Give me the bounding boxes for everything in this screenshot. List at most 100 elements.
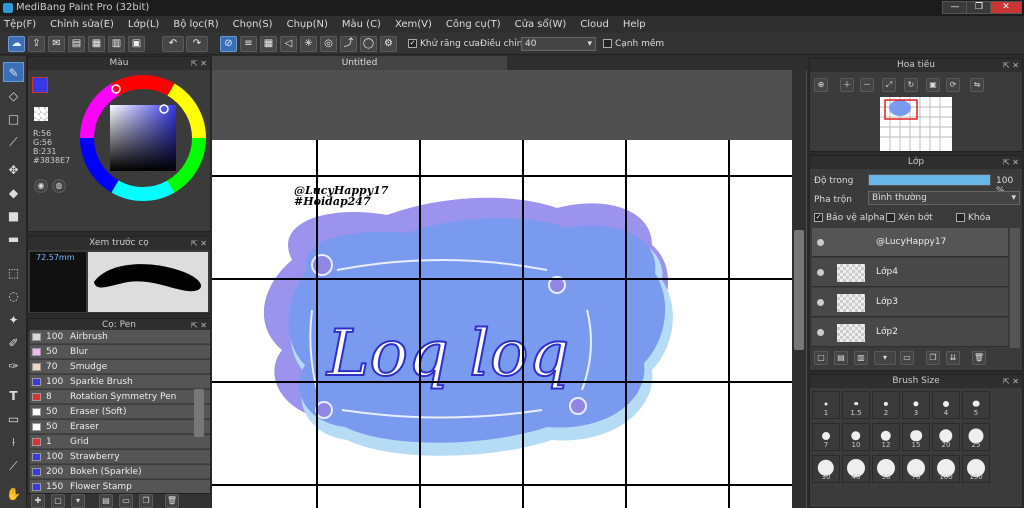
brush-item[interactable]: 50 Blur xyxy=(30,345,210,359)
chat-icon[interactable]: ✉ xyxy=(48,36,65,52)
delete-layer-icon[interactable]: 🗑 xyxy=(972,351,986,365)
smooth-select[interactable]: 40 ▾ xyxy=(521,37,596,51)
visibility-icon[interactable] xyxy=(817,299,824,306)
material-icon[interactable]: ▥ xyxy=(108,36,125,52)
expand-close-icon[interactable]: ⇱ ✕ xyxy=(191,57,207,70)
new-halftone-layer-icon[interactable]: ▤ xyxy=(834,351,848,365)
brush-size-option[interactable]: 15 xyxy=(902,423,930,451)
palette-icon[interactable]: ◉ xyxy=(34,179,48,193)
menu-help[interactable]: Help xyxy=(623,19,646,30)
brush-item[interactable]: 50 Eraser (Soft) xyxy=(30,405,210,419)
soft-edge-checkbox[interactable] xyxy=(603,39,612,48)
copy-brush-icon[interactable]: ❐ xyxy=(139,494,153,508)
antialias-toggle[interactable]: ✓ Khử răng cưa xyxy=(408,39,480,49)
document-tab[interactable]: Untitled xyxy=(212,56,507,70)
brush-size-option[interactable]: 50 xyxy=(872,455,900,483)
expand-close-icon[interactable]: ⇱ ✕ xyxy=(1003,375,1019,388)
no-snap-icon[interactable]: ⊘ xyxy=(220,36,237,52)
move-tool-icon[interactable]: ✥ xyxy=(3,160,24,180)
rectangle-tool-icon[interactable]: □ xyxy=(3,109,24,129)
brush-size-option[interactable]: 20 xyxy=(932,423,960,451)
menu-tools[interactable]: Công cụ(T) xyxy=(446,19,501,30)
eyedropper-tool-icon[interactable]: ⟊ xyxy=(3,432,24,452)
brush-size-option[interactable]: 10 xyxy=(842,423,870,451)
magic-wand-tool-icon[interactable]: ✦ xyxy=(3,310,24,330)
brush-size-option[interactable]: 4 xyxy=(932,391,960,419)
minimize-button[interactable]: — xyxy=(942,1,968,14)
lock-toggle[interactable]: Khóa xyxy=(956,213,991,223)
brush-size-option[interactable]: 12 xyxy=(872,423,900,451)
reset-rotate-icon[interactable]: ⟳ xyxy=(946,78,960,92)
menu-edit[interactable]: Chỉnh sửa(E) xyxy=(50,19,114,30)
folder-icon[interactable]: ▭ xyxy=(900,351,914,365)
dot-tool-icon[interactable]: ⟋ xyxy=(3,132,24,152)
blend-mode-select[interactable]: Bình thường ▾ xyxy=(868,191,1020,205)
soft-edge-toggle[interactable]: Cạnh mềm xyxy=(603,39,664,49)
visibility-icon[interactable] xyxy=(817,239,824,246)
close-button[interactable]: ✕ xyxy=(990,1,1022,14)
menu-file[interactable]: Tệp(F) xyxy=(4,19,36,30)
vanish-snap-icon[interactable]: ◁ xyxy=(280,36,297,52)
gradient-tool-icon[interactable]: ▬ xyxy=(3,229,24,249)
menu-select[interactable]: Chọn(S) xyxy=(233,19,273,30)
bucket-tool-icon[interactable]: ◆ xyxy=(3,183,24,203)
radial-snap-icon[interactable]: ✳ xyxy=(300,36,317,52)
layer-scrollbar[interactable] xyxy=(1010,228,1020,348)
brush-item[interactable]: 50 Eraser xyxy=(30,420,210,434)
brush-size-option[interactable]: 2 xyxy=(872,391,900,419)
undo-icon[interactable]: ↶ xyxy=(162,36,184,52)
menu-filter[interactable]: Bộ lọc(R) xyxy=(173,19,218,30)
circle-snap-icon[interactable]: ◎ xyxy=(320,36,337,52)
visibility-icon[interactable] xyxy=(817,329,824,336)
cross-snap-icon[interactable]: ▦ xyxy=(260,36,277,52)
transparent-color-swatch[interactable] xyxy=(34,107,48,121)
actual-size-icon[interactable]: ▣ xyxy=(926,78,940,92)
brush-size-option[interactable]: 25 xyxy=(962,423,990,451)
visibility-icon[interactable] xyxy=(817,269,824,276)
foreground-color-swatch[interactable] xyxy=(32,77,48,93)
rotate-icon[interactable]: ↻ xyxy=(904,78,918,92)
brush-size-option[interactable]: 5 xyxy=(962,391,990,419)
brush-item[interactable]: 100 Sparkle Brush xyxy=(30,375,210,389)
brush-list-scrollbar[interactable] xyxy=(194,389,204,437)
delete-brush-icon[interactable]: 🗑 xyxy=(165,494,179,508)
layer-row[interactable]: Lớp2 xyxy=(812,318,1008,347)
brush-menu-icon[interactable]: ▾ xyxy=(71,494,85,508)
brush-size-option[interactable]: 1.5 xyxy=(842,391,870,419)
maximize-button[interactable]: ❐ xyxy=(966,1,992,14)
scrollbar-thumb[interactable] xyxy=(794,230,804,350)
fit-icon[interactable]: ⤢ xyxy=(882,78,896,92)
import-brush-icon[interactable]: ▤ xyxy=(99,494,113,508)
new-document-icon[interactable]: ▤ xyxy=(68,36,85,52)
curve-snap-icon[interactable]: ⤴ xyxy=(340,36,357,52)
layer-menu-icon[interactable]: ▾ xyxy=(874,351,896,365)
menu-color[interactable]: Màu (C) xyxy=(342,19,381,30)
menu-window[interactable]: Cửa sổ(W) xyxy=(515,19,567,30)
brush-item[interactable]: 100 Strawberry xyxy=(30,450,210,464)
brush-size-option[interactable]: 3 xyxy=(902,391,930,419)
zoom-icon[interactable]: ⊕ xyxy=(814,78,828,92)
menu-view[interactable]: Xem(V) xyxy=(395,19,432,30)
redo-icon[interactable]: ↷ xyxy=(186,36,208,52)
add-brush-icon[interactable]: ✚ xyxy=(31,494,45,508)
brush-size-option[interactable]: 100 xyxy=(932,455,960,483)
eraser-tool-icon[interactable]: ◇ xyxy=(3,86,24,106)
new-8bit-layer-icon[interactable]: ▥ xyxy=(854,351,868,365)
select-tool-icon[interactable]: ⬚ xyxy=(3,263,24,283)
layer-row[interactable]: Lớp4 xyxy=(812,258,1008,287)
layer-row[interactable]: Lớp3 xyxy=(812,288,1008,317)
brush-item[interactable]: 100 Airbrush xyxy=(30,330,210,344)
palette-add-icon[interactable]: ◍ xyxy=(52,179,66,193)
opacity-slider[interactable] xyxy=(868,174,991,186)
brush-size-option[interactable]: 7 xyxy=(812,423,840,451)
expand-close-icon[interactable]: ⇱ ✕ xyxy=(1003,156,1019,169)
brush-item[interactable]: 8 Rotation Symmetry Pen xyxy=(30,390,210,404)
snap-settings-icon[interactable]: ⚙ xyxy=(380,36,397,52)
menu-layer[interactable]: Lớp(L) xyxy=(128,19,159,30)
brush-item[interactable]: 200 Bokeh (Sparkle) xyxy=(30,465,210,479)
text-tool-icon[interactable]: T xyxy=(3,386,24,406)
parallel-snap-icon[interactable]: ≡ xyxy=(240,36,257,52)
zoom-out-icon[interactable]: － xyxy=(860,78,874,92)
brush-size-option[interactable]: 70 xyxy=(902,455,930,483)
brush-size-option[interactable]: 40 xyxy=(842,455,870,483)
